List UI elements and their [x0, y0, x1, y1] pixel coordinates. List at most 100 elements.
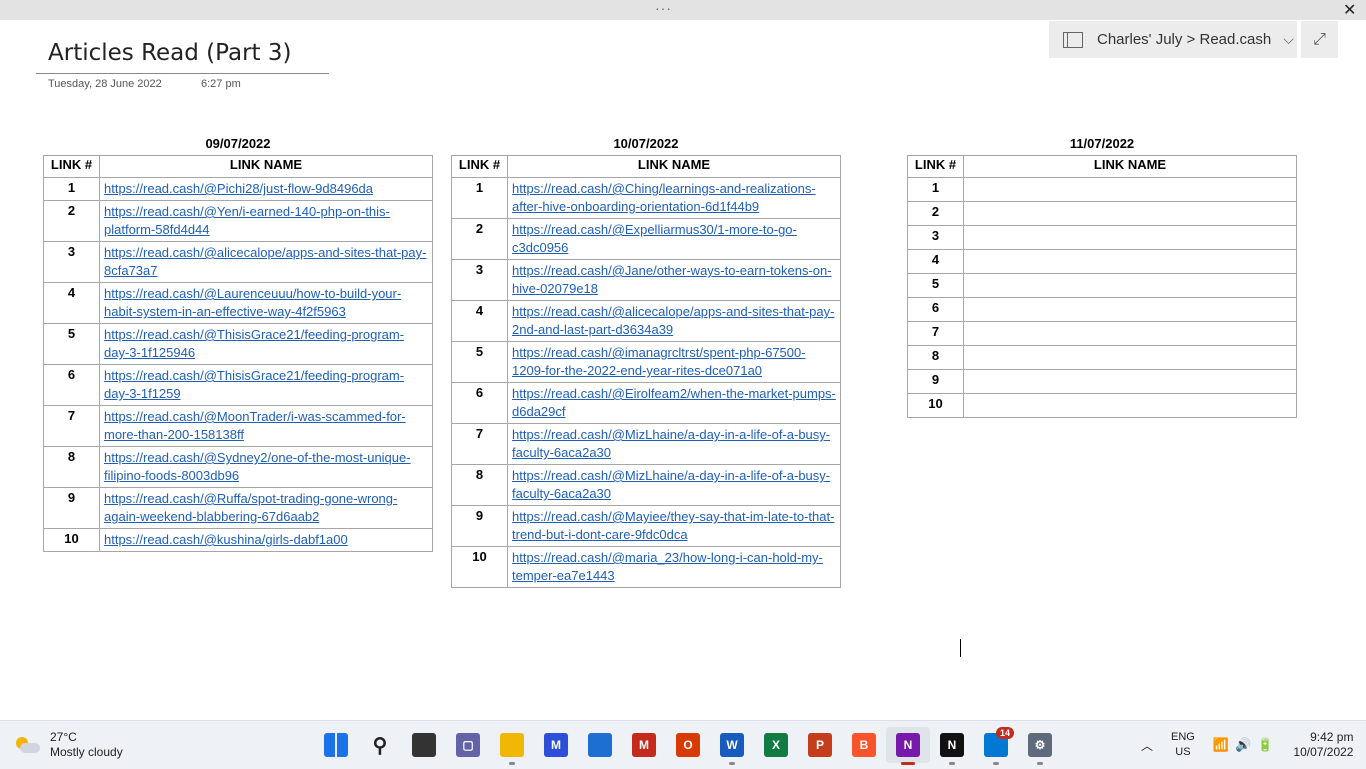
taskbar-app-button[interactable]: P	[798, 727, 842, 763]
link-number-cell: 9	[451, 505, 508, 547]
link-number-cell: 1	[907, 177, 964, 202]
taskbar-app-button[interactable]: ⚲	[358, 727, 402, 763]
table-row: 10 https://read.cash/@kushina/girls-dabf1…	[43, 528, 433, 552]
link-cell[interactable]: https://read.cash/@MizLhaine/a-day-in-a-…	[507, 423, 841, 465]
notification-badge: 14	[995, 727, 1014, 739]
column-header-link-name: LINK NAME	[507, 155, 841, 178]
taskbar-app-button[interactable]	[578, 727, 622, 763]
taskbar-app-button[interactable]	[490, 727, 534, 765]
link-number-cell: 2	[907, 201, 964, 226]
empty-link-cell[interactable]	[963, 393, 1297, 418]
link-number-cell: 8	[907, 345, 964, 370]
link-cell[interactable]: https://read.cash/@maria_23/how-long-i-c…	[507, 546, 841, 588]
link-number-cell: 7	[907, 321, 964, 346]
link-cell[interactable]: https://read.cash/@ThisisGrace21/feeding…	[99, 364, 433, 406]
clock[interactable]: 9:42 pm 10/07/2022	[1293, 730, 1353, 760]
network-volume-battery-icons[interactable]: 📶🔊🔋	[1213, 737, 1280, 753]
link-cell[interactable]: https://read.cash/@MizLhaine/a-day-in-a-…	[507, 464, 841, 506]
link-cell[interactable]: https://read.cash/@Eirolfeam2/when-the-m…	[507, 382, 841, 424]
more-options-icon[interactable]: ···	[655, 0, 672, 16]
close-icon[interactable]: ✕	[1343, 0, 1356, 20]
page-time: 6:27 pm	[201, 78, 241, 90]
link-cell[interactable]: https://read.cash/@Expelliarmus30/1-more…	[507, 218, 841, 260]
expand-icon[interactable]: ⤢	[1301, 21, 1338, 58]
link-number-cell: 9	[43, 487, 100, 529]
links-table: LINK # LINK NAME 1 2 3 4 5 6 7 8 9 10	[907, 155, 1297, 418]
settings-icon: ⚙	[1028, 733, 1052, 757]
text-cursor	[960, 639, 961, 657]
empty-link-cell[interactable]	[963, 225, 1297, 250]
table-row: 10	[907, 393, 1297, 418]
running-indicator	[509, 762, 515, 765]
link-number-cell: 4	[43, 282, 100, 324]
table-row: 8	[907, 345, 1297, 370]
empty-link-cell[interactable]	[963, 177, 1297, 202]
empty-link-cell[interactable]	[963, 249, 1297, 274]
running-indicator	[1037, 762, 1043, 765]
taskbar-app-button[interactable]: 14	[974, 727, 1018, 765]
link-cell[interactable]: https://read.cash/@MoonTrader/i-was-scam…	[99, 405, 433, 447]
powerpoint-icon: P	[808, 733, 832, 757]
taskbar-app-button[interactable]: N	[930, 727, 974, 765]
link-cell[interactable]: https://read.cash/@Yen/i-earned-140-php-…	[99, 200, 433, 242]
page-title[interactable]: Articles Read (Part 3)	[48, 40, 291, 66]
system-tray: ︿ ENG US 📶🔊🔋 9:42 pm 10/07/2022	[1137, 727, 1353, 763]
link-cell[interactable]: https://read.cash/@Sydney2/one-of-the-mo…	[99, 446, 433, 488]
search-icon: ⚲	[372, 734, 388, 757]
link-cell[interactable]: https://read.cash/@Pichi28/just-flow-9d8…	[99, 177, 433, 201]
link-cell[interactable]: https://read.cash/@Ruffa/spot-trading-go…	[99, 487, 433, 529]
chevron-down-icon: ⌵	[1283, 31, 1294, 47]
office-icon: O	[676, 733, 700, 757]
weather-widget[interactable]: 27°C Mostly cloudy	[14, 730, 123, 760]
link-cell[interactable]: https://read.cash/@alicecalope/apps-and-…	[99, 241, 433, 283]
taskbar: 27°C Mostly cloudy ⚲ ▢ M M O W X P B N N 14 ⚙ ︿ ENG …	[0, 720, 1366, 769]
link-number-cell: 1	[43, 177, 100, 201]
table-row: 9 https://read.cash/@Ruffa/spot-trading-g…	[43, 487, 433, 529]
table-row: 5	[907, 273, 1297, 298]
taskbar-app-button[interactable]: B	[842, 727, 886, 763]
taskbar-app-button[interactable]: M	[622, 727, 666, 763]
taskbar-app-button[interactable]: N	[886, 727, 930, 765]
table-row: 5 https://read.cash/@ThisisGrace21/feedin…	[43, 323, 433, 365]
taskbar-app-button[interactable]	[402, 727, 446, 763]
link-cell[interactable]: https://read.cash/@kushina/girls-dabf1a0…	[99, 528, 433, 552]
excel-icon: X	[764, 733, 788, 757]
link-cell[interactable]: https://read.cash/@Jane/other-ways-to-ea…	[507, 259, 841, 301]
link-cell[interactable]: https://read.cash/@Ching/learnings-and-r…	[507, 177, 841, 219]
taskbar-app-button[interactable]: X	[754, 727, 798, 763]
taskbar-app-button[interactable]: ▢	[446, 727, 490, 763]
taskbar-app-button[interactable]: O	[666, 727, 710, 763]
link-cell[interactable]: https://read.cash/@alicecalope/apps-and-…	[507, 300, 841, 342]
link-number-cell: 3	[451, 259, 508, 301]
notebook-navigation-button[interactable]: Charles' July > Read.cash ⌵	[1049, 21, 1297, 58]
link-number-cell: 4	[907, 249, 964, 274]
empty-link-cell[interactable]	[963, 273, 1297, 298]
table-row: 3 https://read.cash/@alicecalope/apps-and…	[43, 241, 433, 283]
running-indicator	[949, 762, 955, 765]
empty-link-cell[interactable]	[963, 369, 1297, 394]
empty-link-cell[interactable]	[963, 321, 1297, 346]
link-cell[interactable]: https://read.cash/@imanagrcltrst/spent-p…	[507, 341, 841, 383]
taskbar-app-button[interactable]: M	[534, 727, 578, 763]
taskbar-app-button[interactable]	[314, 727, 358, 763]
table-row: 8 https://read.cash/@MizLhaine/a-day-in-a…	[451, 464, 841, 506]
table-date: 10/07/2022	[613, 136, 679, 151]
windows-start-icon	[324, 733, 348, 757]
link-cell[interactable]: https://read.cash/@ThisisGrace21/feeding…	[99, 323, 433, 365]
link-cell[interactable]: https://read.cash/@Mayiee/they-say-that-…	[507, 505, 841, 547]
empty-link-cell[interactable]	[963, 201, 1297, 226]
link-number-cell: 7	[43, 405, 100, 447]
link-number-cell: 10	[907, 393, 964, 418]
link-cell[interactable]: https://read.cash/@Laurenceuuu/how-to-bu…	[99, 282, 433, 324]
chevron-up-icon[interactable]: ︿	[1137, 737, 1157, 754]
taskbar-app-button[interactable]: ⚙	[1018, 727, 1062, 765]
weather-temperature: 27°C	[50, 730, 77, 744]
empty-link-cell[interactable]	[963, 345, 1297, 370]
taskbar-app-button[interactable]: W	[710, 727, 754, 765]
link-number-cell: 3	[907, 225, 964, 250]
link-number-cell: 2	[43, 200, 100, 242]
language-indicator[interactable]: ENG US	[1171, 730, 1195, 760]
link-number-cell: 8	[451, 464, 508, 506]
table-header-row: LINK # LINK NAME	[907, 155, 1297, 178]
empty-link-cell[interactable]	[963, 297, 1297, 322]
